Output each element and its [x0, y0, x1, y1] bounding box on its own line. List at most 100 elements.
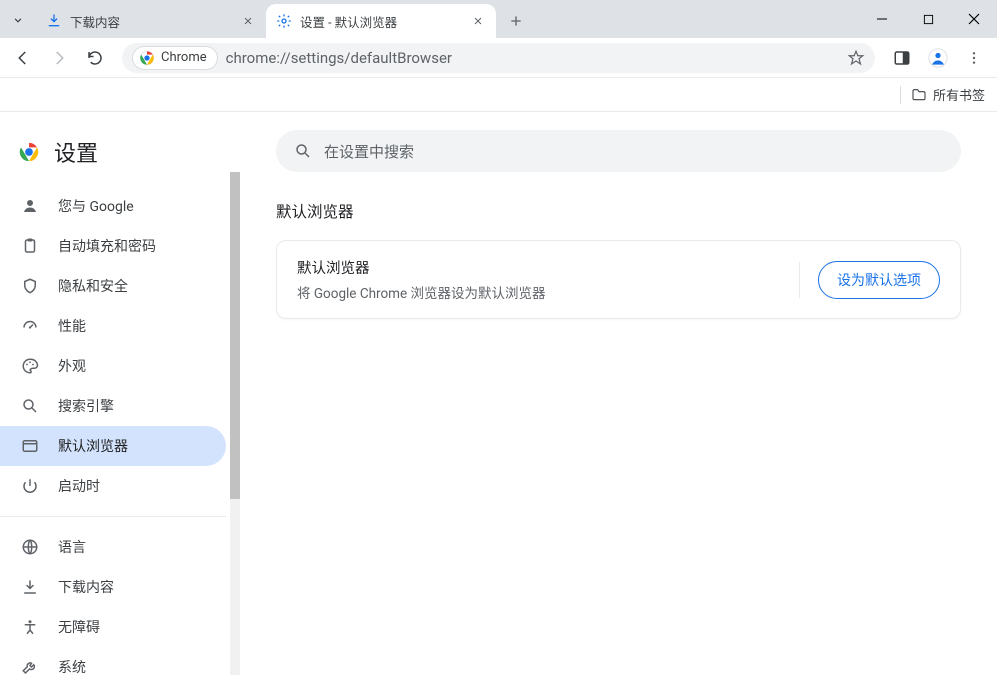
chrome-logo-icon: [18, 141, 40, 163]
kebab-icon: [966, 50, 982, 66]
sidebar-item-power[interactable]: 启动时: [0, 466, 226, 506]
settings-search-input[interactable]: 在设置中搜索: [276, 130, 961, 172]
sidebar-item-accessibility[interactable]: 无障碍: [0, 607, 226, 647]
sidebar-item-label: 启动时: [58, 476, 100, 496]
all-bookmarks-label: 所有书签: [933, 85, 985, 104]
sidebar-item-browser[interactable]: 默认浏览器: [0, 426, 226, 466]
settings-nav-primary: 您与 Google 自动填充和密码隐私和安全性能外观搜索引擎默认浏览器启动时: [0, 186, 240, 506]
omnibox-url: chrome://settings/defaultBrowser: [226, 49, 452, 67]
settings-header: 设置: [0, 130, 240, 186]
star-icon: [847, 49, 865, 67]
tab-downloads[interactable]: 下载内容: [36, 4, 266, 38]
sidebar-item-globe[interactable]: 语言: [0, 527, 226, 567]
clipboard-icon: [20, 236, 40, 256]
folder-icon: [911, 87, 927, 103]
sidebar-item-clipboard[interactable]: 自动填充和密码: [0, 226, 226, 266]
sidebar-item-label: 自动填充和密码: [58, 236, 156, 256]
divider: [900, 86, 901, 104]
divider: [799, 262, 800, 298]
browser-menu-button[interactable]: [957, 41, 991, 75]
sidebar-item-palette[interactable]: 外观: [0, 346, 226, 386]
back-button[interactable]: [6, 41, 40, 75]
scrollbar-thumb[interactable]: [230, 172, 240, 499]
window-maximize-button[interactable]: [905, 0, 951, 38]
tab-settings[interactable]: 设置 - 默认浏览器: [266, 4, 496, 38]
person-icon: [20, 196, 40, 216]
sidebar-item-person[interactable]: 您与 Google: [0, 186, 226, 226]
settings-main: 在设置中搜索 默认浏览器 默认浏览器 将 Google Chrome 浏览器设为…: [240, 112, 997, 675]
bookmarks-bar: 所有书签: [0, 78, 997, 112]
settings-title: 设置: [54, 136, 98, 168]
sidebar-scrollbar[interactable]: [230, 172, 240, 675]
sidebar-item-speed[interactable]: 性能: [0, 306, 226, 346]
close-icon: [472, 15, 484, 27]
tab-close-button[interactable]: [240, 13, 256, 29]
browser-toolbar: Chrome chrome://settings/defaultBrowser: [0, 38, 997, 78]
all-bookmarks-button[interactable]: 所有书签: [911, 85, 985, 104]
side-panel-button[interactable]: [885, 41, 919, 75]
sidebar-item-wrench[interactable]: 系统: [0, 647, 226, 687]
bookmark-star-button[interactable]: [847, 49, 865, 67]
palette-icon: [20, 356, 40, 376]
window-minimize-button[interactable]: [859, 0, 905, 38]
divider: [0, 516, 226, 517]
profile-button[interactable]: [921, 41, 955, 75]
reload-icon: [86, 49, 104, 67]
window-tabstrip: 下载内容 设置 - 默认浏览器: [0, 0, 997, 38]
close-icon: [968, 13, 980, 25]
tab-title: 下载内容: [70, 12, 232, 31]
site-chip[interactable]: Chrome: [132, 46, 218, 70]
tab-search-button[interactable]: [0, 2, 36, 38]
sidebar-item-download[interactable]: 下载内容: [0, 567, 226, 607]
sidebar-item-label: 搜索引擎: [58, 396, 114, 416]
power-icon: [20, 476, 40, 496]
make-default-button[interactable]: 设为默认选项: [818, 261, 940, 299]
tab-close-button[interactable]: [470, 13, 486, 29]
new-tab-button[interactable]: [502, 7, 530, 35]
chevron-down-icon: [11, 13, 25, 27]
omnibox[interactable]: Chrome chrome://settings/defaultBrowser: [122, 43, 875, 73]
window-controls: [859, 0, 997, 38]
reload-button[interactable]: [78, 41, 112, 75]
default-browser-card: 默认浏览器 将 Google Chrome 浏览器设为默认浏览器 设为默认选项: [276, 240, 961, 319]
settings-search-placeholder: 在设置中搜索: [324, 141, 414, 162]
sidebar-item-label: 外观: [58, 356, 86, 376]
maximize-icon: [923, 14, 934, 25]
accessibility-icon: [20, 617, 40, 637]
globe-icon: [20, 537, 40, 557]
close-icon: [242, 15, 254, 27]
settings-nav-secondary: 语言下载内容无障碍系统: [0, 527, 240, 687]
settings-sidebar: 设置 您与 Google 自动填充和密码隐私和安全性能外观搜索引擎默认浏览器启动时…: [0, 112, 240, 675]
site-chip-label: Chrome: [161, 50, 207, 65]
search-icon: [20, 396, 40, 416]
sidebar-item-shield[interactable]: 隐私和安全: [0, 266, 226, 306]
plus-icon: [508, 13, 524, 29]
speed-icon: [20, 316, 40, 336]
minimize-icon: [876, 13, 888, 25]
sidebar-item-label: 系统: [58, 657, 86, 677]
arrow-left-icon: [14, 49, 32, 67]
search-icon: [294, 142, 312, 160]
profile-icon: [928, 48, 948, 68]
sidebar-item-label: 语言: [58, 537, 86, 557]
chrome-logo-icon: [139, 50, 155, 66]
sidebar-item-label: 您与 Google: [58, 196, 134, 216]
window-close-button[interactable]: [951, 0, 997, 38]
sidebar-item-label: 性能: [58, 316, 86, 336]
sidebar-item-label: 默认浏览器: [58, 436, 128, 456]
forward-button[interactable]: [42, 41, 76, 75]
section-title: 默认浏览器: [276, 200, 961, 222]
download-icon: [20, 577, 40, 597]
panel-icon: [893, 49, 911, 67]
wrench-icon: [20, 657, 40, 677]
card-subtitle: 将 Google Chrome 浏览器设为默认浏览器: [297, 282, 781, 302]
sidebar-item-search[interactable]: 搜索引擎: [0, 386, 226, 426]
browser-icon: [20, 436, 40, 456]
gear-icon: [276, 13, 292, 29]
card-title: 默认浏览器: [297, 257, 781, 278]
arrow-right-icon: [50, 49, 68, 67]
shield-icon: [20, 276, 40, 296]
sidebar-item-label: 下载内容: [58, 577, 114, 597]
card-text: 默认浏览器 将 Google Chrome 浏览器设为默认浏览器: [297, 257, 781, 302]
sidebar-item-label: 无障碍: [58, 617, 100, 637]
